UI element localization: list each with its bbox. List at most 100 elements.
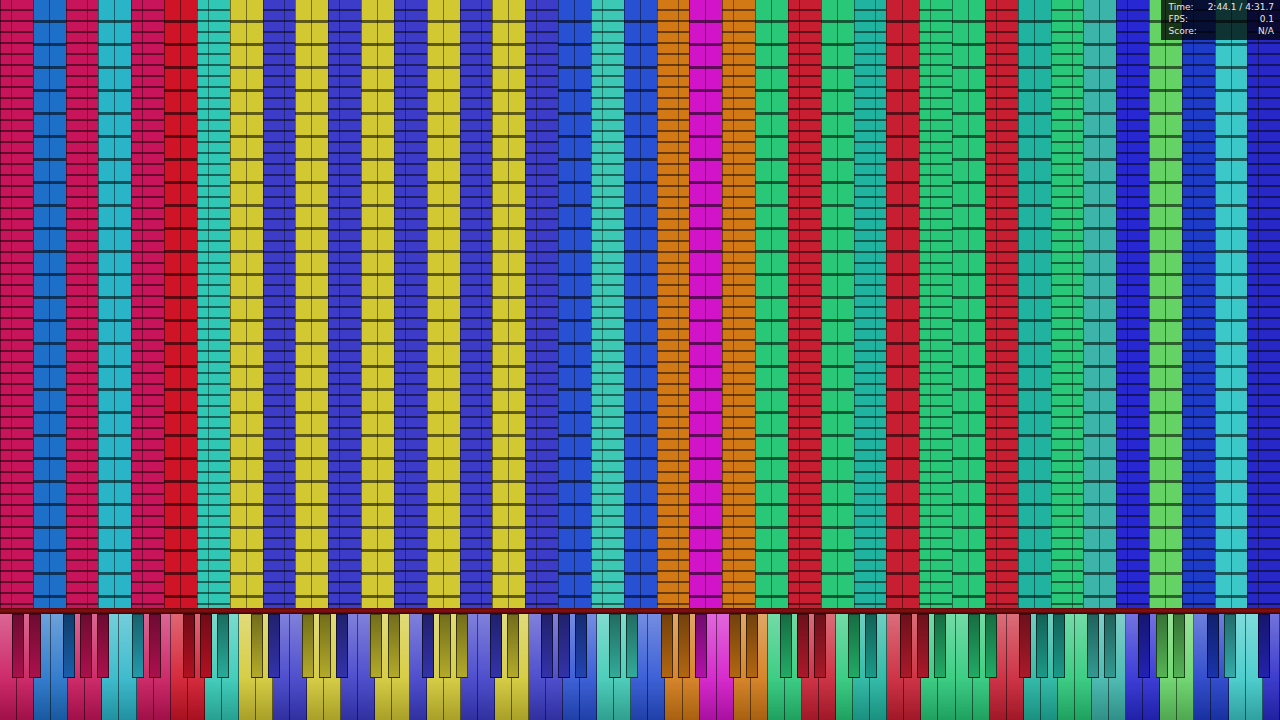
black-key[interactable] (370, 614, 382, 678)
stat-label: Time: (1169, 2, 1194, 13)
stat-label: FPS: (1169, 14, 1188, 25)
black-key[interactable] (132, 614, 144, 678)
black-key[interactable] (626, 614, 638, 678)
note-lane (854, 0, 887, 608)
black-key[interactable] (1019, 614, 1031, 678)
note-lane (624, 0, 657, 608)
black-key[interactable] (507, 614, 519, 678)
note-lane (460, 0, 493, 608)
note-lane (1083, 0, 1116, 608)
black-key[interactable] (63, 614, 75, 678)
note-lane (131, 0, 164, 608)
note-lane (886, 0, 919, 608)
stat-value: 0.1 (1260, 14, 1274, 25)
note-lane (394, 0, 427, 608)
black-key[interactable] (968, 614, 980, 678)
note-lane (525, 0, 558, 608)
black-key[interactable] (217, 614, 229, 678)
black-key[interactable] (268, 614, 280, 678)
black-key[interactable] (1258, 614, 1270, 678)
black-key[interactable] (848, 614, 860, 678)
black-key[interactable] (1087, 614, 1099, 678)
black-key[interactable] (558, 614, 570, 678)
black-key[interactable] (746, 614, 758, 678)
black-key[interactable] (900, 614, 912, 678)
stat-value: N/A (1258, 26, 1274, 37)
black-key[interactable] (97, 614, 109, 678)
black-key[interactable] (1173, 614, 1185, 678)
note-field: Time: 2:44.1 / 4:31.7 FPS: 0.1 Score: N/A (0, 0, 1280, 608)
black-key[interactable] (1138, 614, 1150, 678)
black-key[interactable] (1036, 614, 1048, 678)
note-lane (1051, 0, 1084, 608)
black-key[interactable] (149, 614, 161, 678)
note-lane (558, 0, 591, 608)
black-key[interactable] (865, 614, 877, 678)
note-lane (0, 0, 33, 608)
black-key[interactable] (388, 614, 400, 678)
black-key[interactable] (609, 614, 621, 678)
black-key[interactable] (678, 614, 690, 678)
stat-row: Score: N/A (1169, 26, 1274, 37)
note-lane (230, 0, 263, 608)
note-lane (1182, 0, 1215, 608)
black-key[interactable] (302, 614, 314, 678)
note-lane (1116, 0, 1149, 608)
note-lane (952, 0, 985, 608)
black-key[interactable] (814, 614, 826, 678)
note-lane (591, 0, 624, 608)
note-lane (1247, 0, 1280, 608)
note-lane (66, 0, 99, 608)
black-key[interactable] (575, 614, 587, 678)
black-key[interactable] (1156, 614, 1168, 678)
stat-value: 2:44.1 / 4:31.7 (1208, 2, 1274, 13)
black-key[interactable] (490, 614, 502, 678)
stat-label: Score: (1169, 26, 1197, 37)
black-key[interactable] (729, 614, 741, 678)
black-key[interactable] (661, 614, 673, 678)
black-key[interactable] (797, 614, 809, 678)
piano-keyboard (0, 614, 1280, 720)
black-key[interactable] (422, 614, 434, 678)
note-lane (755, 0, 788, 608)
black-key[interactable] (251, 614, 263, 678)
black-key[interactable] (780, 614, 792, 678)
note-lane (427, 0, 460, 608)
black-key[interactable] (80, 614, 92, 678)
note-lane (919, 0, 952, 608)
note-lane (1018, 0, 1051, 608)
black-key[interactable] (29, 614, 41, 678)
black-key[interactable] (456, 614, 468, 678)
note-lane (33, 0, 66, 608)
black-key[interactable] (985, 614, 997, 678)
note-lane (1149, 0, 1182, 608)
note-lane (821, 0, 854, 608)
black-key[interactable] (12, 614, 24, 678)
note-lane (361, 0, 394, 608)
note-lane (263, 0, 296, 608)
black-key[interactable] (1224, 614, 1236, 678)
note-lane (295, 0, 328, 608)
note-lane (98, 0, 131, 608)
stat-row: FPS: 0.1 (1169, 14, 1274, 25)
note-lane (164, 0, 197, 608)
black-key[interactable] (1207, 614, 1219, 678)
black-key[interactable] (200, 614, 212, 678)
black-key[interactable] (183, 614, 195, 678)
stats-overlay: Time: 2:44.1 / 4:31.7 FPS: 0.1 Score: N/A (1161, 0, 1280, 40)
black-key[interactable] (695, 614, 707, 678)
black-key[interactable] (1104, 614, 1116, 678)
black-key[interactable] (917, 614, 929, 678)
note-lane (197, 0, 230, 608)
black-key[interactable] (541, 614, 553, 678)
note-lane (492, 0, 525, 608)
black-key[interactable] (1053, 614, 1065, 678)
note-lane (657, 0, 690, 608)
note-lane (722, 0, 755, 608)
black-key[interactable] (336, 614, 348, 678)
black-key[interactable] (934, 614, 946, 678)
note-lane (788, 0, 821, 608)
black-key[interactable] (439, 614, 451, 678)
stat-row: Time: 2:44.1 / 4:31.7 (1169, 2, 1274, 13)
black-key[interactable] (319, 614, 331, 678)
